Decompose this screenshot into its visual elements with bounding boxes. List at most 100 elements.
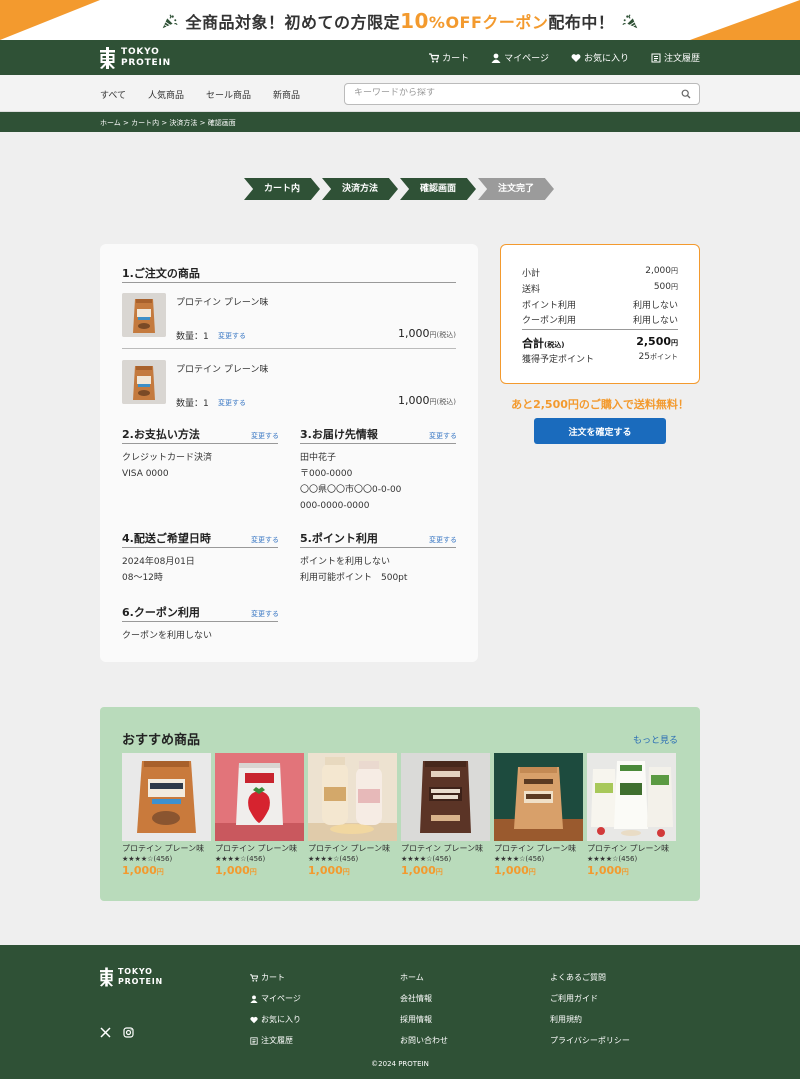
category-new[interactable]: 新商品 [273,88,300,101]
nav-cart-label: カート [442,54,470,64]
step-confirm: 確認画面 [400,178,476,200]
product-image[interactable] [587,753,676,841]
step-complete: 注文完了 [478,178,554,200]
footer-link-terms[interactable]: 利用規約 [550,1009,630,1030]
confirm-order-button[interactable]: 注文を確定する [534,418,666,444]
footer-link-favorites[interactable]: お気に入り [250,1009,301,1030]
product-rating: ★★★★☆(456) [494,855,545,863]
see-more-link[interactable]: もっと見る [633,733,678,746]
x-twitter-icon[interactable] [100,1027,111,1038]
product-image[interactable] [401,753,490,841]
header-nav: カート マイページ お気に入り 注文履歴 [429,51,700,64]
footer-link-home[interactable]: ホーム [400,967,448,988]
product-card[interactable]: プロテイン プレーン味 ★★★★☆(456) 1,000円 [494,753,583,877]
product-name[interactable]: プロテイン プレーン味 [587,843,676,854]
change-shipping-link[interactable]: 変更する [429,431,457,441]
category-nav: すべて 人気商品 セール商品 新商品 [100,88,300,101]
nav-cart[interactable]: カート [429,51,469,64]
nav-order-history-label: 注文履歴 [663,54,700,64]
payment-card: VISA 0000 [122,469,169,479]
search-input[interactable] [354,88,674,98]
product-price: 1,000円(税込) [398,327,456,340]
product-card[interactable]: プロテイン プレーン味 ★★★★☆(456) 1,000円 [308,753,397,877]
cart-icon [429,52,440,62]
product-name[interactable]: プロテイン プレーン味 [122,843,211,854]
product-image[interactable] [308,753,397,841]
footer-link-company[interactable]: 会社情報 [400,988,448,1009]
change-payment-link[interactable]: 変更する [251,431,279,441]
product-name[interactable]: プロテイン プレーン味 [401,843,490,854]
footer-link-privacy[interactable]: プライバシーポリシー [550,1030,630,1051]
product-rating: ★★★★☆(456) [587,855,638,863]
search-box [344,83,700,105]
site-footer: TOKYO PROTEIN カート マイページ お気に入り 注文履歴 ホーム 会… [0,945,800,1079]
order-summary: 小計 2,000円 送料 500円 ポイント利用 利用しない クーポン利用 利用しない … [500,244,700,384]
checkout-steps: カート内 決済方法 確認画面 注文完了 [244,178,556,200]
nav-mypage[interactable]: マイページ [491,51,549,64]
logo-text-tokyo: TOKYO [118,967,153,976]
nav-favorites[interactable]: お気に入り [571,51,629,64]
change-quantity-link[interactable]: 変更する [218,398,246,408]
summary-shipping: 送料 500円 [522,282,678,295]
category-sale[interactable]: セール商品 [206,88,251,101]
product-price: 1,000円(税込) [398,394,456,407]
footer-link-careers[interactable]: 採用情報 [400,1009,448,1030]
nav-favorites-label: お気に入り [583,54,629,64]
product-price: 1,000円 [494,864,536,877]
footer-link-cart[interactable]: カート [250,967,301,988]
recommended-title: おすすめ商品 [122,733,201,748]
party-popper-icon [622,14,638,29]
footer-link-order-history[interactable]: 注文履歴 [250,1030,301,1051]
payment-method: クレジットカード決済 [122,453,213,463]
footer-col-company: ホーム 会社情報 採用情報 お問い合わせ [400,967,448,1051]
nav-mypage-label: マイページ [504,54,549,64]
product-card[interactable]: プロテイン プレーン味 ★★★★☆(456) 1,000円 [122,753,211,877]
product-price: 1,000円 [401,864,443,877]
promo-banner[interactable]: 全商品対象！初めての方限定10%OFFクーポン配布中！ [0,0,800,40]
footer-link-mypage[interactable]: マイページ [250,988,301,1009]
change-delivery-link[interactable]: 変更する [251,535,279,545]
party-popper-icon [162,14,178,29]
item-divider [122,348,456,349]
footer-link-faq[interactable]: よくあるご質問 [550,967,630,988]
product-name[interactable]: プロテイン プレーン味 [215,843,304,854]
category-all[interactable]: すべて [100,88,126,101]
summary-earned-points: 獲得予定ポイント 25ポイント [522,352,678,365]
product-price: 1,000円 [215,864,257,877]
promo-text: 全商品対象！初めての方限定10%OFFクーポン配布中！ [0,9,800,33]
delivery-details: 2024年08月01日 08〜12時 [122,554,195,586]
change-quantity-link[interactable]: 変更する [218,331,246,341]
breadcrumb[interactable]: ホーム > カート内 > 決済方法 > 確認画面 [0,112,800,132]
summary-subtotal: 小計 2,000円 [522,266,678,279]
product-thumbnail [122,360,166,404]
payment-details: クレジットカード決済 VISA 0000 [122,450,212,482]
product-image[interactable] [494,753,583,841]
site-logo[interactable]: TOKYO PROTEIN [100,46,171,70]
category-popular[interactable]: 人気商品 [148,88,184,101]
order-item: プロテイン プレーン味 数量：1 変更する 1,000円(税込) [122,360,456,416]
logo-text-protein: PROTEIN [118,977,164,986]
footer-col-help: よくあるご質問 ご利用ガイド 利用規約 プライバシーポリシー [550,967,630,1051]
logo-text-protein: PROTEIN [121,58,171,68]
product-image[interactable] [122,753,211,841]
product-image[interactable] [215,753,304,841]
product-card[interactable]: プロテイン プレーン味 ★★★★☆(456) 1,000円 [587,753,676,877]
nav-order-history[interactable]: 注文履歴 [651,51,700,64]
footer-link-guide[interactable]: ご利用ガイド [550,988,630,1009]
product-name[interactable]: プロテイン プレーン味 [308,843,397,854]
points-usage: ポイントを利用しない [300,557,391,567]
summary-points: ポイント利用 利用しない [522,301,678,311]
product-card[interactable]: プロテイン プレーン味 ★★★★☆(456) 1,000円 [401,753,490,877]
instagram-icon[interactable] [123,1027,134,1038]
change-points-link[interactable]: 変更する [429,535,457,545]
footer-link-contact[interactable]: お問い合わせ [400,1030,448,1051]
order-item: プロテイン プレーン味 数量：1 変更する 1,000円(税込) [122,293,456,349]
search-icon[interactable] [681,89,691,99]
product-name[interactable]: プロテイン プレーン味 [494,843,583,854]
coupon-usage: クーポンを利用しない [122,631,213,641]
heart-icon [250,1016,258,1023]
change-coupon-link[interactable]: 変更する [251,609,279,619]
footer-logo[interactable]: TOKYO PROTEIN [100,967,163,987]
product-card[interactable]: プロテイン プレーン味 ★★★★☆(456) 1,000円 [215,753,304,877]
product-price: 1,000円 [587,864,629,877]
